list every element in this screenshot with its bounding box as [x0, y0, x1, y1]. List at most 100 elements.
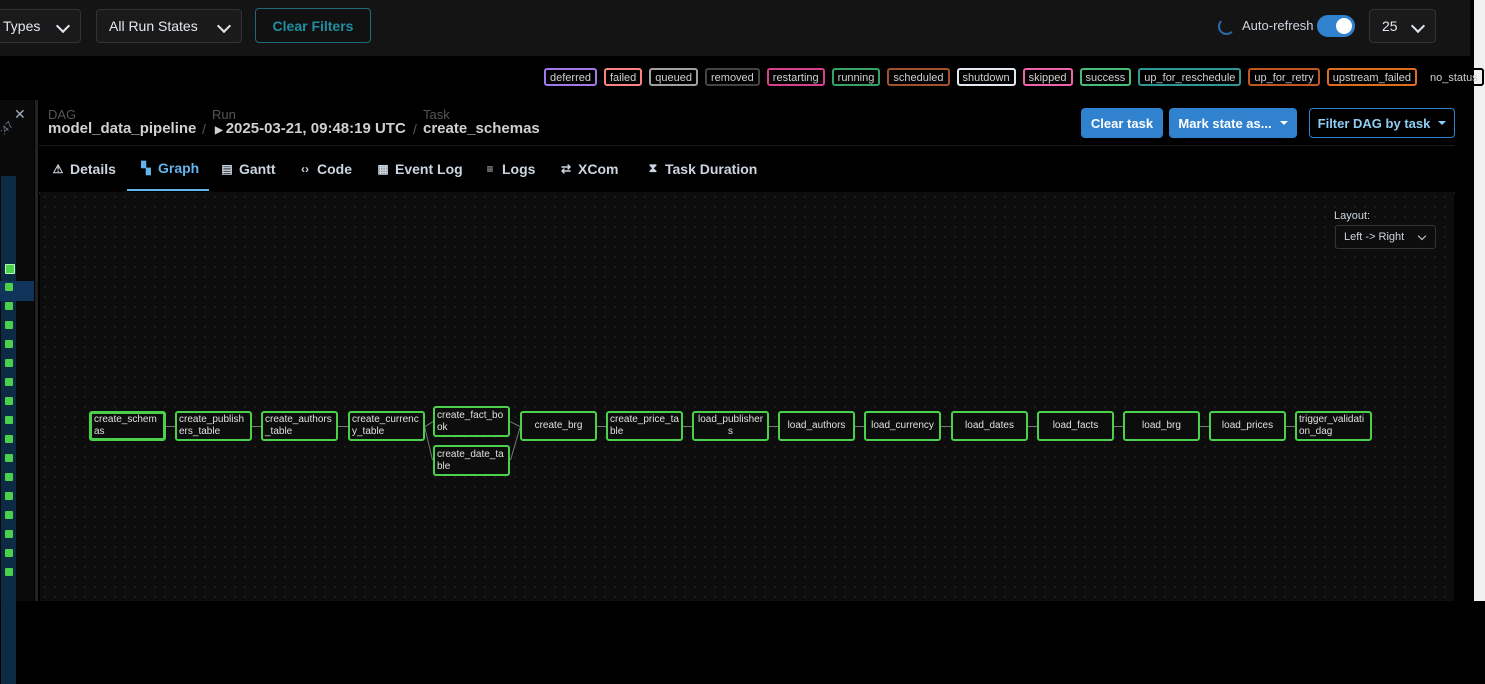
- legend-up-for-retry[interactable]: up_for_retry: [1248, 68, 1320, 86]
- graph-node-load-dates[interactable]: load_dates: [951, 411, 1028, 441]
- dag-link[interactable]: model_data_pipeline: [48, 120, 196, 137]
- filter-dag-button[interactable]: Filter DAG by task: [1309, 108, 1455, 138]
- run-states-value: All Run States: [109, 18, 198, 34]
- task-types-select[interactable]: Types: [0, 9, 81, 43]
- task-instance-square[interactable]: [5, 359, 13, 367]
- graph-edge: [855, 426, 864, 427]
- graph-node-load-publishers[interactable]: load_publishers: [692, 411, 769, 441]
- legend-removed[interactable]: removed: [705, 68, 760, 86]
- clear-filters-button[interactable]: Clear Filters: [255, 8, 371, 43]
- mark-state-button[interactable]: Mark state as...: [1169, 108, 1297, 138]
- task-instance-square[interactable]: [5, 454, 13, 462]
- graph-edge: [597, 426, 606, 427]
- graph-edge: [941, 426, 951, 427]
- tab-label: Event Log: [395, 160, 463, 177]
- task-instance-square[interactable]: [5, 511, 13, 519]
- graph-node-load-authors[interactable]: load_authors: [778, 411, 855, 441]
- filter-dag-label: Filter DAG by task: [1317, 115, 1431, 131]
- run-link[interactable]: ▶ 2025-03-21, 09:48:19 UTC: [215, 120, 406, 137]
- tab-gantt[interactable]: ▤ Gantt: [220, 146, 286, 191]
- layout-select[interactable]: Left -> Right: [1335, 225, 1436, 249]
- xcom-icon: ⇄: [560, 161, 572, 176]
- tab-logs[interactable]: ≡ Logs: [483, 146, 547, 191]
- task-instance-square[interactable]: [5, 568, 13, 576]
- clear-task-button[interactable]: Clear task: [1081, 108, 1163, 138]
- legend-no-status[interactable]: no_status: [1424, 68, 1484, 86]
- legend-restarting[interactable]: restarting: [766, 68, 825, 86]
- legend-success[interactable]: success: [1079, 68, 1132, 86]
- task-instance-square[interactable]: [5, 549, 13, 557]
- chevron-down-icon: [55, 18, 71, 34]
- layout-label: Layout:: [1334, 210, 1371, 222]
- tab-task-duration[interactable]: ⧗ Task Duration: [646, 146, 766, 191]
- code-icon: ‹›: [301, 161, 309, 176]
- task-instance-square[interactable]: [5, 302, 13, 310]
- graph-node-trigger-validation-dag[interactable]: trigger_validation_dag: [1295, 411, 1372, 441]
- task-link[interactable]: create_schemas: [423, 120, 540, 137]
- task-instance-square[interactable]: [5, 435, 13, 443]
- breadcrumb-separator: /: [202, 121, 206, 137]
- task-instance-square[interactable]: [5, 283, 13, 291]
- graph-canvas[interactable]: Layout: Left -> Right create_schemascrea…: [40, 192, 1454, 601]
- play-icon: ▶: [215, 125, 223, 136]
- tab-label: XCom: [578, 160, 619, 177]
- run-value: 2025-03-21, 09:48:19 UTC: [225, 120, 406, 137]
- legend-queued[interactable]: queued: [649, 68, 698, 86]
- task-instance-square[interactable]: [5, 264, 15, 274]
- graph-node-load-currency[interactable]: load_currency: [864, 411, 941, 441]
- tab-event-log[interactable]: ▦ Event Log: [376, 146, 472, 191]
- task-instance-square[interactable]: [5, 473, 13, 481]
- auto-refresh-toggle[interactable]: [1317, 15, 1355, 37]
- task-instance-square[interactable]: [5, 416, 13, 424]
- graph-edge: [1286, 426, 1295, 427]
- run-column[interactable]: [1, 176, 16, 684]
- graph-node-create-currency-table[interactable]: create_currency_table: [348, 411, 425, 441]
- run-states-select[interactable]: All Run States: [96, 9, 242, 43]
- graph-node-load-prices[interactable]: load_prices: [1209, 411, 1286, 441]
- legend-shutdown[interactable]: shutdown: [956, 68, 1016, 86]
- page-scrollbar[interactable]: [1474, 0, 1485, 601]
- graph-edge: [166, 426, 175, 427]
- graph-node-create-date-table[interactable]: create_date_table: [433, 445, 510, 476]
- task-instance-square[interactable]: [5, 321, 13, 329]
- graph-node-create-schemas[interactable]: create_schemas: [89, 411, 166, 441]
- gantt-icon: ▤: [221, 161, 233, 176]
- graph-edge: [1114, 426, 1123, 427]
- tab-xcom[interactable]: ⇄ XCom: [559, 146, 633, 191]
- task-instance-square[interactable]: [5, 378, 13, 386]
- graph-node-create-price-table[interactable]: create_price_table: [606, 411, 683, 441]
- tab-label: Details: [70, 160, 116, 177]
- hourglass-icon: ⧗: [648, 161, 658, 175]
- legend-skipped[interactable]: skipped: [1022, 68, 1073, 86]
- graph-node-load-facts[interactable]: load_facts: [1037, 411, 1114, 441]
- graph-edge: [252, 426, 261, 427]
- page-size-select[interactable]: 25: [1369, 9, 1436, 43]
- graph-node-load-brg[interactable]: load_brg: [1123, 411, 1200, 441]
- legend-scheduled[interactable]: scheduled: [887, 68, 950, 86]
- graph-node-create-fact-book[interactable]: create_fact_book: [433, 406, 510, 437]
- legend-deferred[interactable]: deferred: [544, 68, 597, 86]
- task-instance-square[interactable]: [5, 340, 13, 348]
- graph-node-create-brg[interactable]: create_brg: [520, 411, 597, 441]
- graph-node-create-authors-table[interactable]: create_authors_table: [261, 411, 338, 441]
- task-instance-square[interactable]: [5, 492, 13, 500]
- chevron-down-icon: [216, 18, 232, 34]
- state-legend: deferred failed queued removed restarting run…: [544, 68, 1484, 86]
- tab-details[interactable]: ⚠ Details: [51, 146, 121, 191]
- grid-sidebar: ✕ :47: [0, 100, 34, 684]
- tab-label: Gantt: [239, 160, 276, 177]
- tab-bar: ⚠ Details ▚ Graph ▤ Gantt ‹› Code ▦ Event Log ≡ Log…: [39, 145, 1455, 194]
- tab-graph[interactable]: ▚ Graph: [127, 146, 209, 191]
- legend-up-for-reschedule[interactable]: up_for_reschedule: [1138, 68, 1242, 86]
- legend-failed[interactable]: failed: [603, 68, 643, 86]
- panel-resize-handle[interactable]: [35, 100, 38, 601]
- graph-node-create-publishers-table[interactable]: create_publishers_table: [175, 411, 252, 441]
- collapse-icon[interactable]: ✕: [14, 106, 26, 123]
- details-panel: DAG model_data_pipeline / Run ▶ 2025-03-2…: [39, 100, 1455, 601]
- task-instance-square[interactable]: [5, 530, 13, 538]
- chevron-down-icon: [1417, 231, 1427, 241]
- task-instance-square[interactable]: [5, 397, 13, 405]
- legend-running[interactable]: running: [831, 68, 881, 86]
- tab-code[interactable]: ‹› Code: [298, 146, 360, 191]
- legend-upstream-failed[interactable]: upstream_failed: [1326, 68, 1417, 86]
